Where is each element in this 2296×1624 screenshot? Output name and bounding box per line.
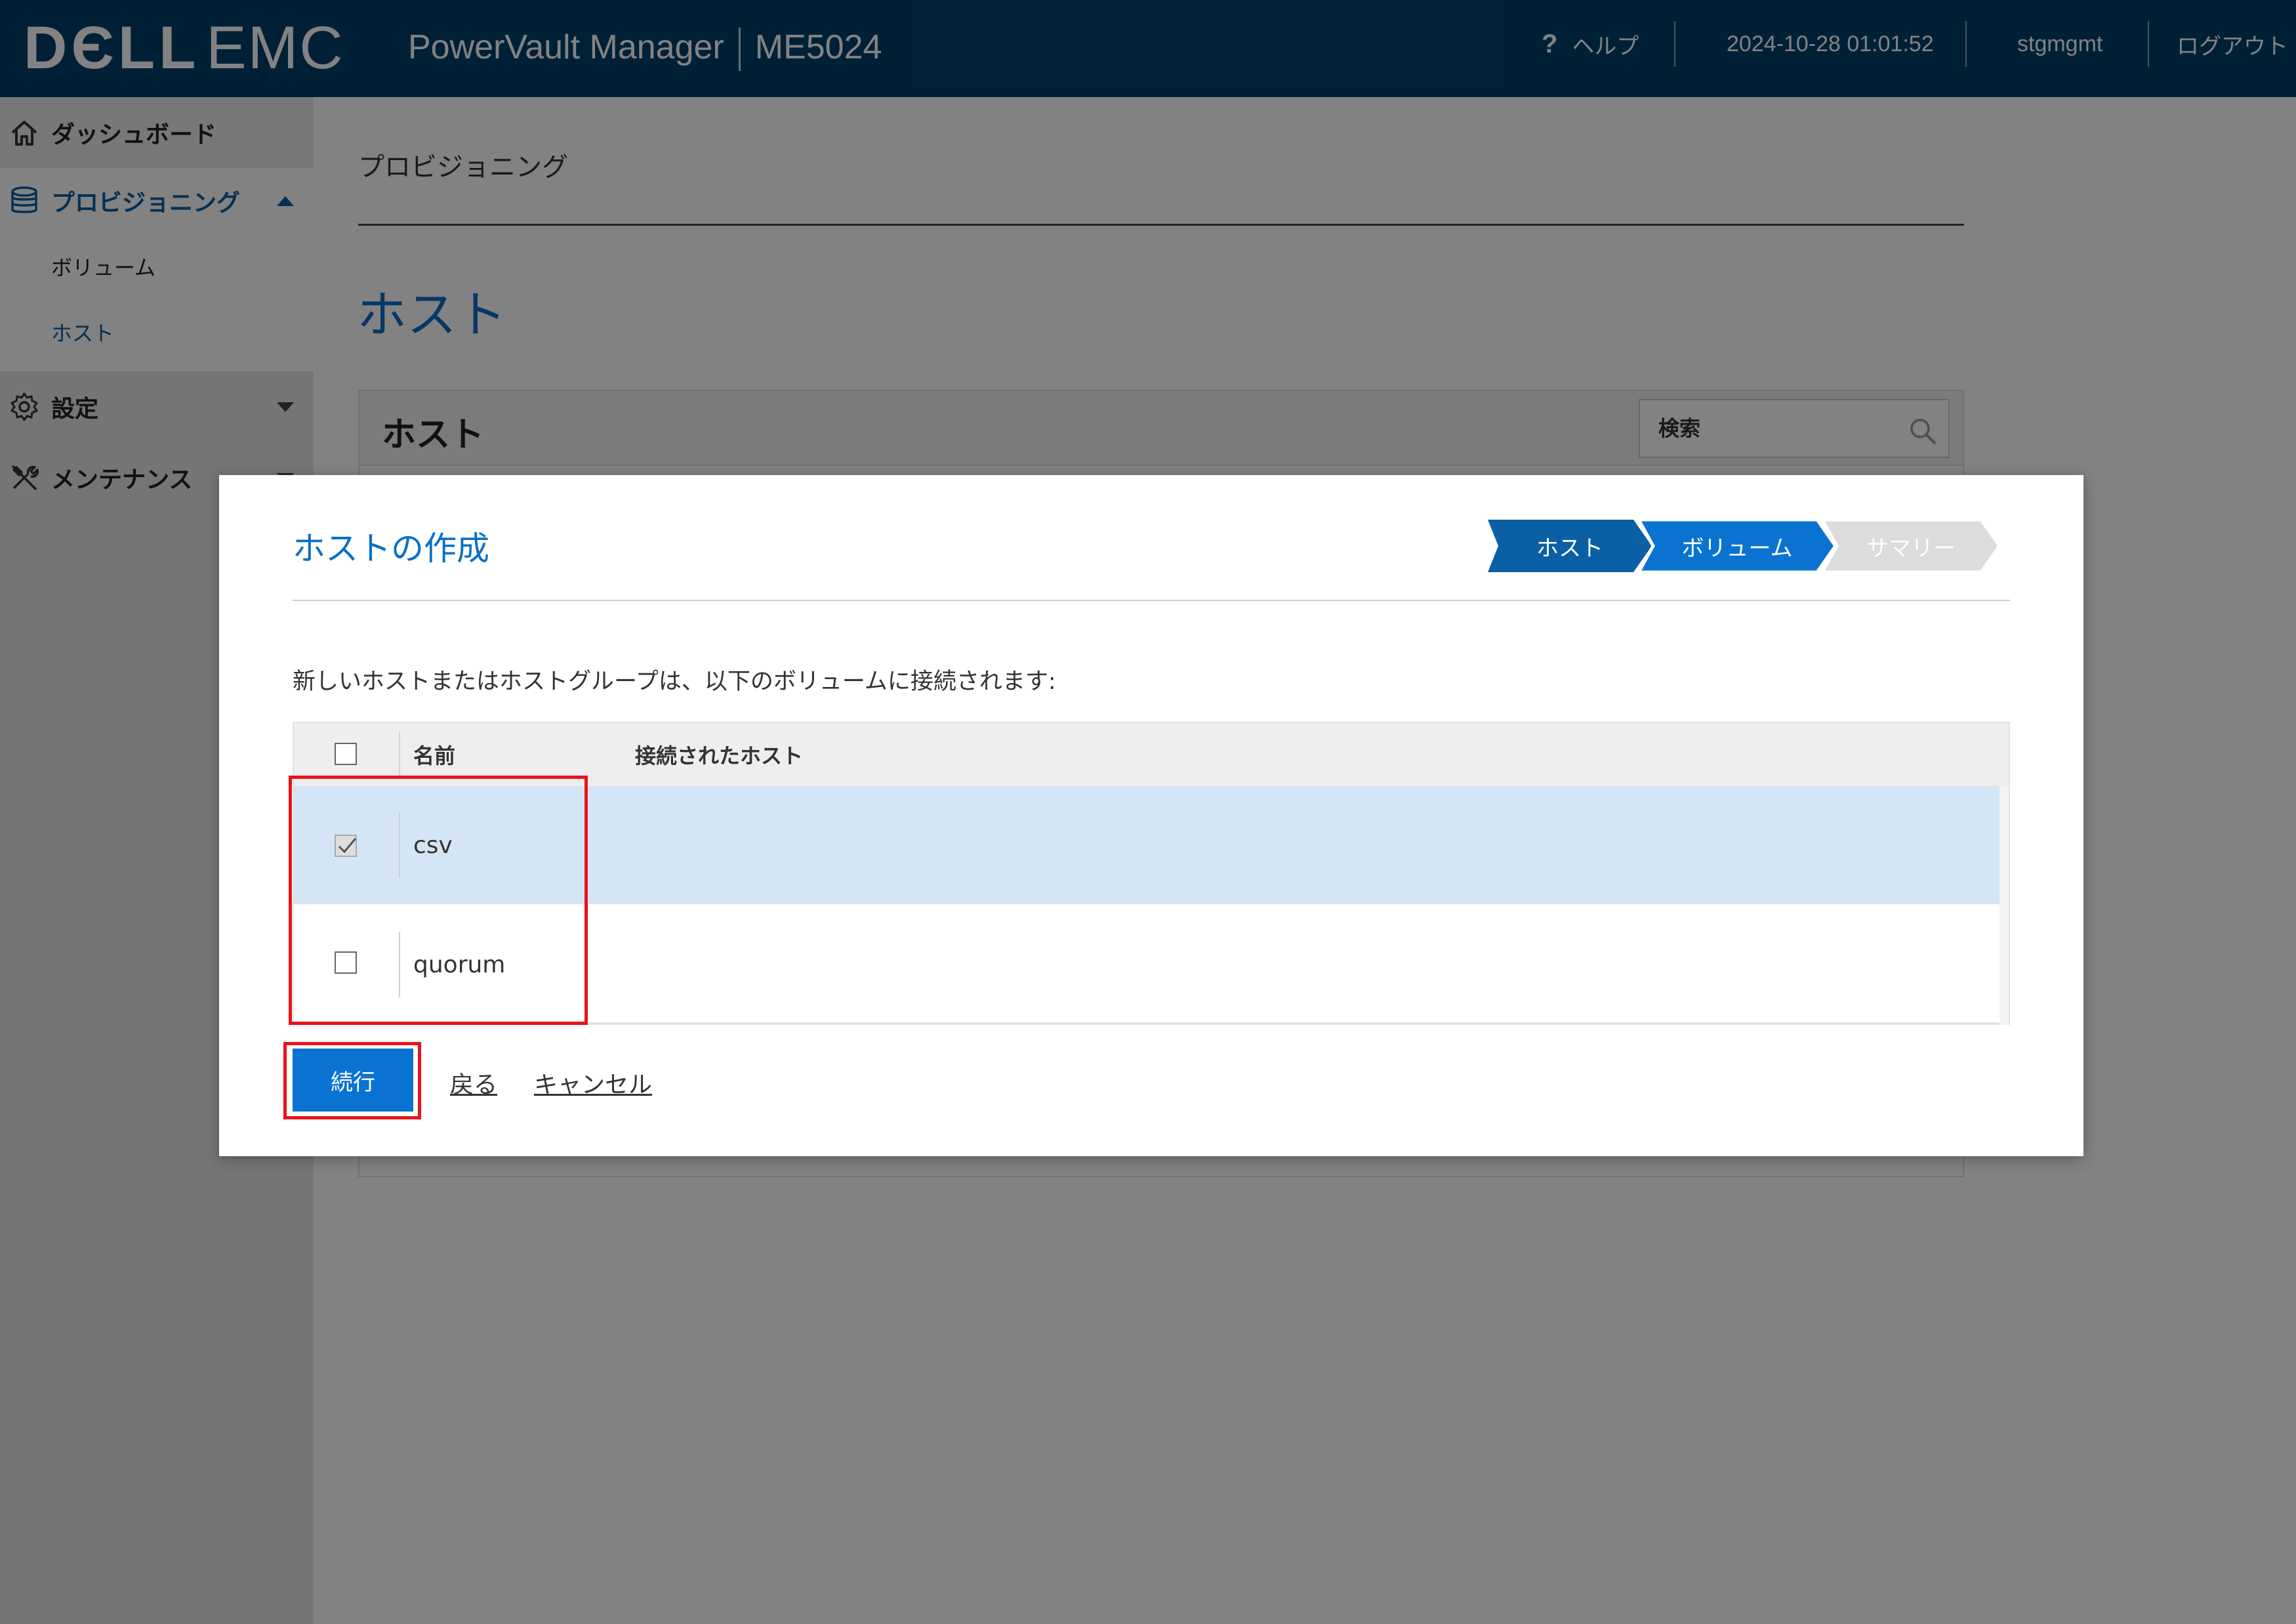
wizard-step-summary: サマリー bbox=[1822, 520, 1999, 572]
table-scrollbar[interactable] bbox=[1999, 786, 2009, 1025]
cancel-link[interactable]: キャンセル bbox=[534, 1066, 652, 1100]
dialog-title: ホストの作成 bbox=[293, 530, 489, 568]
dialog-description: 新しいホストまたはホストグループは、以下のボリュームに接続されます: bbox=[293, 669, 1056, 695]
wizard-step-host: ホスト bbox=[1488, 520, 1652, 572]
wizard-steps: ホスト ボリューム サマリー bbox=[1488, 520, 2026, 572]
select-all-checkbox[interactable] bbox=[335, 743, 357, 765]
back-link[interactable]: 戻る bbox=[450, 1066, 497, 1100]
highlight-box bbox=[289, 776, 588, 1025]
column-divider bbox=[399, 732, 400, 777]
dialog-divider bbox=[293, 600, 2010, 601]
column-header-connected-hosts[interactable]: 接続されたホスト bbox=[635, 723, 803, 786]
wizard-step-volume: ボリューム bbox=[1639, 520, 1835, 572]
highlight-box bbox=[283, 1042, 421, 1119]
